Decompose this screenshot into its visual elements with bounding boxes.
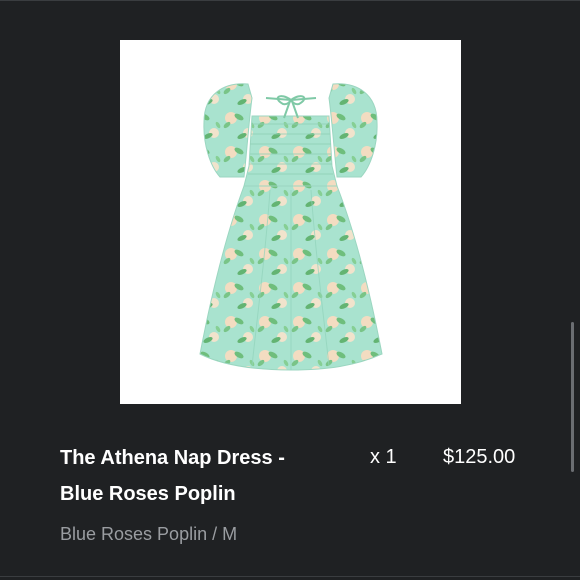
price-label: $125.00 <box>443 446 516 468</box>
scrollbar-thumb[interactable] <box>571 322 574 472</box>
product-title-line-2: Blue Roses Poplin <box>60 483 236 505</box>
product-image[interactable] <box>120 40 461 404</box>
top-divider <box>0 0 580 1</box>
product-title[interactable]: The Athena Nap Dress - Blue Roses Poplin <box>60 440 350 512</box>
dress-image-icon <box>199 83 383 371</box>
quantity-label: x 1 <box>370 446 397 468</box>
bottom-divider <box>0 576 580 577</box>
product-title-line-1: The Athena Nap Dress - <box>60 447 285 469</box>
variant-label: Blue Roses Poplin / M <box>60 524 238 544</box>
